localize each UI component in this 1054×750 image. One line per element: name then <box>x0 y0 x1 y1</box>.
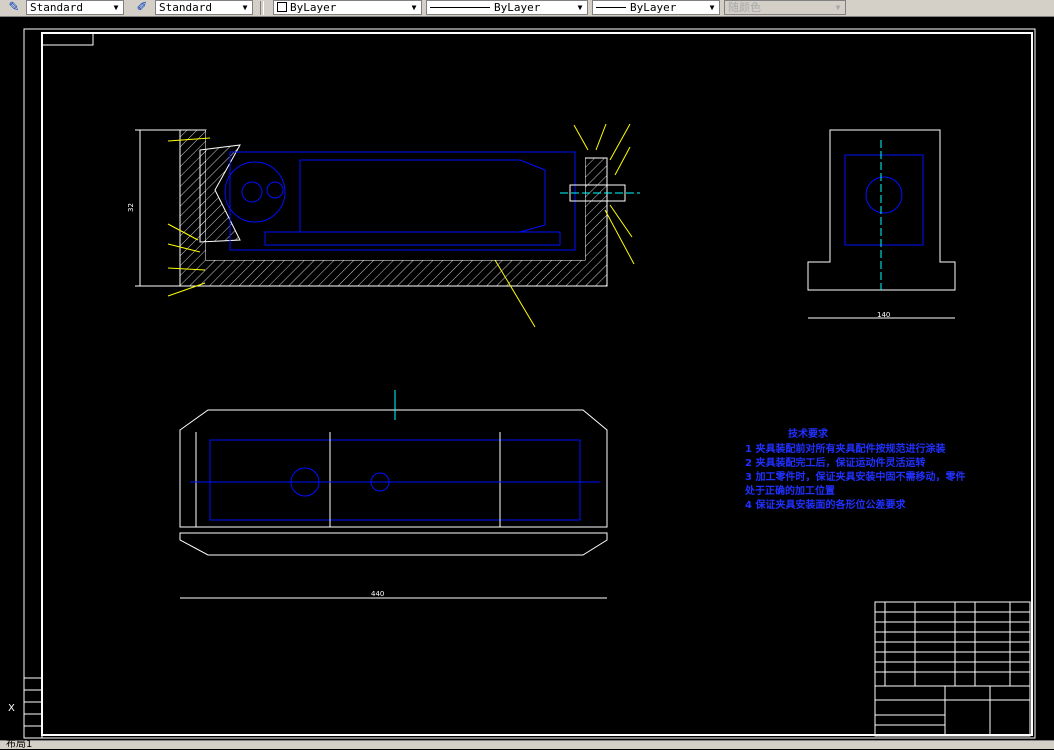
plot-style-select: 随颜色 ▼ <box>724 0 846 15</box>
note-line-3: 3 加工零件时，保证夹具安装中固不需移动，零件 <box>745 470 965 483</box>
side-view-clamp <box>844 154 924 246</box>
lineweight-select[interactable]: ByLayer ▼ <box>592 0 720 15</box>
color-swatch-icon <box>277 2 287 12</box>
ucs-icon: X <box>8 703 15 714</box>
top-view-upper <box>179 409 608 528</box>
lineweight-value: ByLayer <box>630 1 677 14</box>
notes-title: 技术要求 <box>788 427 829 440</box>
height-dimension-text: 32 <box>127 203 135 212</box>
top-view: 440 <box>179 390 608 599</box>
top-view-workpiece <box>209 439 581 521</box>
width-dimension-text: 140 <box>877 311 890 319</box>
chevron-down-icon[interactable]: ▼ <box>240 1 250 14</box>
layer-value: ByLayer <box>290 1 337 14</box>
toolbar-separator <box>260 1 264 15</box>
properties-toolbar: ✎ Standard ▼ ✐ Standard ▼ ByLayer ▼ ByLa… <box>0 0 1054 17</box>
sheet-corner-label-box <box>41 32 94 46</box>
text-style-icon[interactable]: ✎ <box>4 0 24 16</box>
chevron-down-icon[interactable]: ▼ <box>409 1 419 14</box>
note-line-2: 2 夹具装配完工后，保证运动件灵活运转 <box>745 456 925 469</box>
side-view-bore <box>865 176 903 214</box>
revision-block-left <box>23 677 43 739</box>
technical-requirements: 技术要求 1 夹具装配前对所有夹具配件按规范进行涂装 2 夹具装配完工后，保证运… <box>744 427 965 511</box>
dim-style-select[interactable]: Standard ▼ <box>155 0 253 15</box>
lineweight-sample <box>596 7 626 8</box>
title-block <box>874 601 1031 737</box>
linetype-select[interactable]: ByLayer ▼ <box>426 0 588 15</box>
dim-style-icon[interactable]: ✐ <box>132 0 152 16</box>
note-line-4: 处于正确的加工位置 <box>744 484 835 497</box>
plot-style-value: 随颜色 <box>728 1 761 14</box>
text-style-value: Standard <box>30 1 83 14</box>
chevron-down-icon[interactable]: ▼ <box>707 1 717 14</box>
side-view: 140 <box>807 129 956 319</box>
linetype-sample <box>430 7 490 8</box>
chevron-down-icon[interactable]: ▼ <box>575 1 585 14</box>
linetype-value: ByLayer <box>494 1 541 14</box>
front-section-view: 32 <box>127 123 640 328</box>
note-line-1: 1 夹具装配前对所有夹具配件按规范进行涂装 <box>745 442 945 455</box>
text-style-select[interactable]: Standard ▼ <box>26 0 124 15</box>
dim-style-value: Standard <box>159 1 212 14</box>
chevron-down-icon[interactable]: ▼ <box>111 1 121 14</box>
note-line-5: 4 保证夹具安装面的各形位公差要求 <box>745 498 906 511</box>
top-view-lower <box>179 532 608 556</box>
length-dimension-text: 440 <box>371 590 384 598</box>
chevron-down-icon: ▼ <box>835 3 841 12</box>
drawing-canvas[interactable]: 32 140 440 技术要求 1 夹具装配前对所有夹具配件按规范进行涂装 2 … <box>0 17 1054 740</box>
layer-select[interactable]: ByLayer ▼ <box>273 0 422 15</box>
